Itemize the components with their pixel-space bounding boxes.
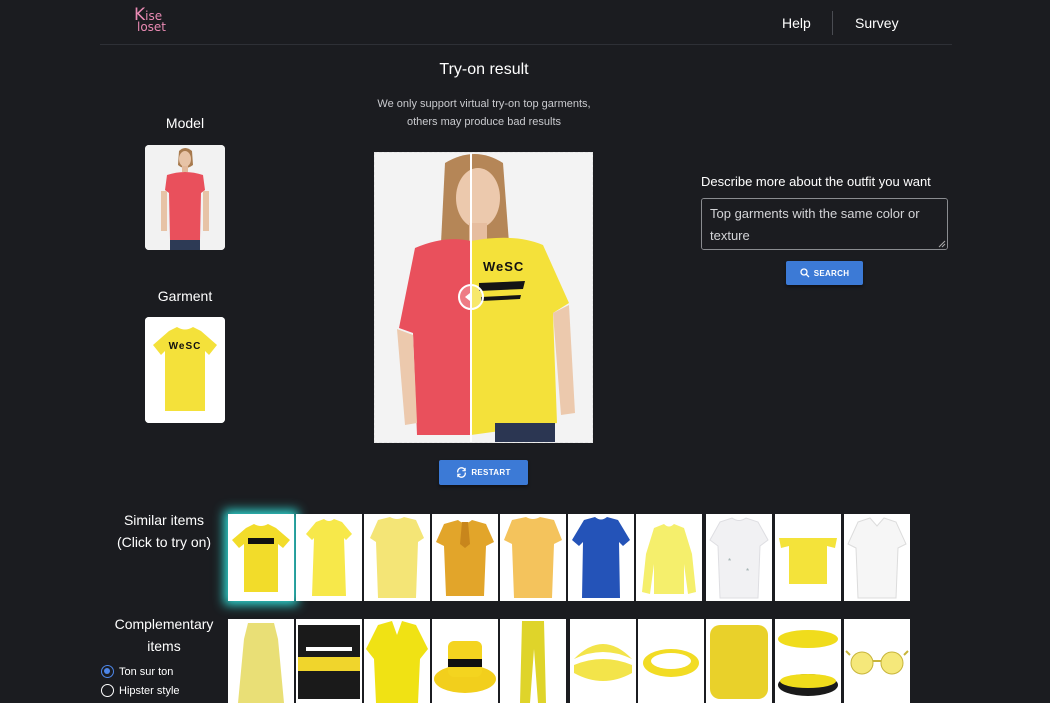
yellow-visor-icon: [570, 619, 636, 703]
restart-label: RESTART: [471, 468, 511, 477]
yellow-jacket-icon: [364, 619, 430, 703]
nav-help-link[interactable]: Help: [782, 15, 811, 31]
similar-item-7[interactable]: [636, 514, 702, 601]
nav-survey-link[interactable]: Survey: [855, 15, 899, 31]
subtitle-line-1: We only support virtual try-on top garme…: [377, 98, 591, 110]
similar-label-line-1: Similar items: [123, 512, 205, 528]
white-blouse-icon: [844, 514, 910, 601]
resize-grip-icon[interactable]: [938, 240, 946, 248]
shirt-print-text: WeSC: [483, 259, 525, 274]
nav-divider: [832, 11, 833, 35]
comparison-slider-handle[interactable]: [458, 284, 484, 310]
yellow-hat-icon: [432, 619, 498, 703]
yellow-sunglasses-icon: [844, 619, 910, 703]
yellow-clutch-icon: [706, 619, 772, 703]
complementary-item-2[interactable]: [296, 619, 362, 703]
logo-line2: loset: [137, 20, 167, 34]
tryon-subtitle: We only support virtual try-on top garme…: [340, 95, 628, 131]
complementary-item-1[interactable]: [228, 619, 294, 703]
yellow-flats-icon: [775, 619, 841, 703]
complementary-item-9[interactable]: [775, 619, 841, 703]
style-option-label: Ton sur ton: [119, 665, 174, 678]
similar-item-10[interactable]: [844, 514, 910, 601]
yellow-pants-icon: [500, 619, 566, 703]
pale-yellow-top-icon: [364, 514, 430, 601]
describe-outfit-input[interactable]: [701, 198, 948, 250]
complementary-item-7[interactable]: [638, 619, 704, 703]
restart-button[interactable]: RESTART: [439, 460, 528, 485]
yellow-tshirt-icon: [296, 514, 362, 601]
model-photo-icon: [145, 145, 225, 250]
yellow-bangle-icon: [638, 619, 704, 703]
svg-text:*: *: [746, 567, 749, 576]
complementary-item-3[interactable]: [364, 619, 430, 703]
model-title: Model: [165, 115, 205, 131]
yellow-dress-icon: [228, 619, 294, 703]
complementary-items-label: Complementary items: [104, 613, 224, 657]
yellow-offshoulder-top-icon: [775, 514, 841, 601]
tryon-photo-icon: [375, 153, 592, 442]
search-button[interactable]: SEARCH: [786, 261, 863, 285]
complementary-item-8[interactable]: [706, 619, 772, 703]
page-title: Try-on result: [439, 61, 529, 78]
subtitle-line-2: others may produce bad results: [406, 116, 562, 128]
describe-label: Describe more about the outfit you want: [701, 174, 931, 189]
style-option-ton-sur-ton[interactable]: Ton sur ton: [101, 665, 173, 678]
complementary-item-4[interactable]: [432, 619, 498, 703]
striped-bag-icon: [296, 619, 362, 703]
refresh-icon: [457, 467, 467, 478]
similar-item-3[interactable]: [364, 514, 430, 601]
complementary-label-line-1: Complementary: [114, 616, 214, 632]
model-thumbnail[interactable]: [145, 145, 225, 250]
svg-text:*: *: [728, 557, 731, 566]
kise-kloset-logo[interactable]: Kise loset: [134, 7, 184, 36]
similar-item-1[interactable]: [228, 514, 294, 601]
search-label: SEARCH: [813, 268, 850, 278]
style-option-hipster[interactable]: Hipster style: [101, 684, 180, 697]
yellow-sweater-icon: [636, 514, 702, 601]
complementary-item-5[interactable]: [500, 619, 566, 703]
similar-label-line-2: (Click to try on): [116, 534, 212, 550]
top-nav-bar: Kise loset Help Survey: [100, 0, 952, 45]
yellow-tshirt-icon: [228, 514, 294, 601]
similar-item-8[interactable]: * *: [706, 514, 772, 601]
radio-unchecked-icon[interactable]: [101, 684, 114, 697]
mustard-knit-top-icon: [432, 514, 498, 601]
radio-checked-icon[interactable]: [101, 665, 114, 678]
complementary-item-10[interactable]: [844, 619, 910, 703]
search-icon: [800, 268, 810, 278]
similar-item-2[interactable]: [296, 514, 362, 601]
complementary-label-line-2: items: [147, 638, 181, 654]
complementary-item-6[interactable]: [570, 619, 636, 703]
orange-yellow-tee-icon: [500, 514, 566, 601]
similar-items-label: Similar items (Click to try on): [104, 509, 224, 553]
similar-item-6[interactable]: [568, 514, 634, 601]
similar-item-4[interactable]: [432, 514, 498, 601]
garment-title: Garment: [157, 288, 213, 304]
yellow-tshirt-icon: [145, 317, 225, 423]
similar-item-5[interactable]: [500, 514, 566, 601]
garment-thumbnail[interactable]: WeSC: [145, 317, 225, 423]
style-option-label: Hipster style: [119, 684, 180, 697]
similar-item-9[interactable]: [775, 514, 841, 601]
garment-print-text: WeSC: [168, 341, 202, 352]
tryon-comparison-image[interactable]: WeSC: [374, 152, 593, 443]
white-star-tee-icon: * *: [706, 514, 772, 601]
blue-tee-icon: [568, 514, 634, 601]
